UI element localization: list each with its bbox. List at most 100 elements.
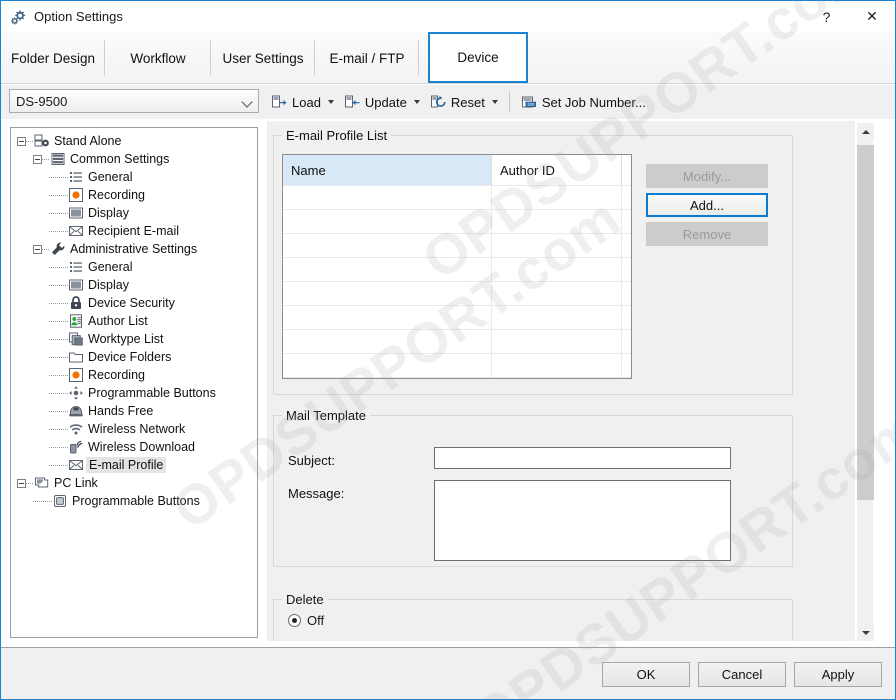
cancel-button[interactable]: Cancel	[698, 662, 786, 687]
tree-item-general[interactable]: General	[11, 168, 257, 186]
table-row[interactable]	[283, 353, 631, 377]
tree-item-programmable-buttons[interactable]: Programmable Buttons	[11, 492, 257, 510]
content-vertical-scrollbar[interactable]	[856, 123, 874, 641]
tree-item-wireless-download[interactable]: Wireless Download	[11, 438, 257, 456]
table-row[interactable]	[283, 233, 631, 257]
display-icon	[68, 205, 84, 221]
toolbar-item-label: Reset	[450, 94, 485, 110]
scroll-up-icon[interactable]	[857, 123, 874, 140]
toolbar-load[interactable]: Load	[266, 89, 339, 115]
author-list-icon	[68, 313, 84, 329]
table-cell	[492, 306, 622, 329]
tree-item-display[interactable]: Display	[11, 204, 257, 222]
tree-connector	[49, 320, 68, 322]
table-row[interactable]	[283, 329, 631, 353]
tree-connector	[49, 302, 68, 304]
apply-button[interactable]: Apply	[794, 662, 882, 687]
tree-item-pc-link[interactable]: PC Link	[11, 474, 257, 492]
toolbar-set-job-number[interactable]: 123 Set Job Number...	[516, 89, 651, 115]
scroll-down-icon[interactable]	[857, 624, 874, 641]
table-cell	[492, 258, 622, 281]
tree-item-hands-free[interactable]: Hands Free	[11, 402, 257, 420]
tree-item-common-settings[interactable]: Common Settings	[11, 150, 257, 168]
tree-item-programmable-buttons[interactable]: Programmable Buttons	[11, 384, 257, 402]
tab-e-mail-ftp[interactable]: E-mail / FTP	[315, 32, 419, 84]
tree-item-general[interactable]: General	[11, 258, 257, 276]
tree-item-label: PC Link	[54, 476, 98, 490]
table-cell	[492, 186, 622, 209]
remove-button[interactable]: Remove	[646, 222, 768, 246]
email-profile-table[interactable]: Name Author ID	[282, 154, 632, 379]
tree-item-author-list[interactable]: Author List	[11, 312, 257, 330]
tree-item-label: Wireless Download	[88, 440, 195, 454]
table-row[interactable]	[283, 209, 631, 233]
column-header-author-id[interactable]: Author ID	[492, 155, 622, 185]
record-icon	[68, 187, 84, 203]
tree-collapse-icon[interactable]	[33, 244, 42, 254]
bullet-list-icon	[68, 169, 84, 185]
tree-item-label: Administrative Settings	[70, 242, 198, 256]
tab-label: Device	[457, 50, 499, 65]
table-row[interactable]	[283, 257, 631, 281]
subject-input[interactable]	[434, 447, 731, 469]
chevron-down-icon	[243, 97, 252, 106]
scrollbar-thumb[interactable]	[857, 145, 874, 500]
tree-item-label: Programmable Buttons	[72, 494, 200, 508]
lock-icon	[68, 295, 84, 311]
ok-button[interactable]: OK	[602, 662, 690, 687]
tree-connector	[49, 266, 68, 268]
tree-collapse-icon[interactable]	[17, 478, 26, 488]
help-button[interactable]: ?	[804, 1, 849, 32]
tree-item-display[interactable]: Display	[11, 276, 257, 294]
delete-group: Delete Off	[273, 592, 793, 641]
tab-folder-design[interactable]: Folder Design	[1, 32, 105, 84]
device-model-select[interactable]: DS-9500	[9, 89, 259, 113]
message-textarea[interactable]	[434, 480, 731, 561]
device-settings-content: E-mail Profile List Name Author ID Modif…	[267, 121, 855, 641]
tree-item-e-mail-profile[interactable]: E-mail Profile	[11, 456, 257, 474]
delete-off-radio[interactable]: Off	[288, 613, 324, 628]
tree-item-worktype-list[interactable]: Worktype List	[11, 330, 257, 348]
tab-device[interactable]: Device	[428, 32, 528, 83]
tree-item-stand-alone[interactable]: Stand Alone	[11, 132, 257, 150]
settings-tree-panel[interactable]: Stand Alone Common Settings General Reco…	[10, 127, 258, 638]
table-cell	[283, 306, 492, 329]
toolbar-update[interactable]: Update	[339, 89, 425, 115]
toolbar-reset[interactable]: Reset	[425, 89, 503, 115]
email-profile-list-title: E-mail Profile List	[282, 128, 392, 143]
column-header-name[interactable]: Name	[283, 155, 492, 185]
close-button[interactable]: ✕	[849, 1, 895, 32]
tree-item-recipient-e-mail[interactable]: Recipient E-mail	[11, 222, 257, 240]
table-row[interactable]	[283, 305, 631, 329]
tree-item-administrative-settings[interactable]: Administrative Settings	[11, 240, 257, 258]
table-cell	[283, 354, 492, 377]
table-row[interactable]	[283, 281, 631, 305]
table-cell	[283, 210, 492, 233]
folder-icon	[68, 349, 84, 365]
table-row[interactable]	[283, 377, 631, 379]
tree-item-device-security[interactable]: Device Security	[11, 294, 257, 312]
tree-item-recording[interactable]: Recording	[11, 366, 257, 384]
column-header-extra[interactable]	[622, 155, 631, 185]
tree-collapse-icon[interactable]	[17, 136, 26, 146]
tree-collapse-icon[interactable]	[33, 154, 42, 164]
tab-user-settings[interactable]: User Settings	[211, 32, 315, 84]
tree-item-recording[interactable]: Recording	[11, 186, 257, 204]
tab-workflow[interactable]: Workflow	[105, 32, 211, 84]
tree-connector	[49, 230, 68, 232]
tree-item-label: Wireless Network	[88, 422, 186, 436]
tree-item-label: General	[88, 260, 133, 274]
table-cell	[492, 234, 622, 257]
chevron-down-icon[interactable]	[491, 100, 498, 104]
message-label: Message:	[288, 486, 345, 501]
tree-item-wireless-network[interactable]: Wireless Network	[11, 420, 257, 438]
chevron-down-icon[interactable]	[327, 100, 334, 104]
modify-button[interactable]: Modify...	[646, 164, 768, 188]
chevron-down-icon[interactable]	[413, 100, 420, 104]
add-button[interactable]: Add...	[646, 193, 768, 217]
subject-label: Subject:	[288, 453, 335, 468]
table-cell	[492, 378, 622, 379]
table-cell	[622, 282, 631, 305]
tree-item-device-folders[interactable]: Device Folders	[11, 348, 257, 366]
table-row[interactable]	[283, 185, 631, 209]
